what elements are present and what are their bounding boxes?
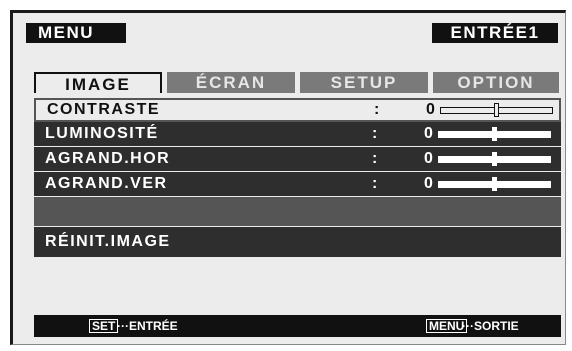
input-source-label: ENTRÉE1 [432, 23, 558, 43]
tab-image[interactable]: IMAGE [34, 72, 162, 94]
set-key-badge: SET [89, 319, 119, 333]
menu-title: MENU [26, 23, 126, 43]
item-label: RÉINIT.IMAGE [45, 233, 171, 250]
menu-item-reinit-image[interactable]: RÉINIT.IMAGE [34, 227, 561, 257]
set-key-hint: ···ENTRÉE [117, 319, 178, 333]
item-label: CONTRASTE [47, 101, 161, 118]
menu-item-contraste[interactable]: CONTRASTE : 0 [34, 98, 561, 122]
item-value: 0 [426, 101, 437, 118]
menu-key-hint: ···SORTIE [462, 319, 519, 333]
item-label: AGRAND.VER [45, 175, 168, 192]
tab-ecran[interactable]: ÉCRAN [167, 72, 295, 93]
slider-knob[interactable] [492, 177, 497, 191]
menu-item-blank [34, 197, 561, 226]
item-label: LUMINOSITÉ [45, 125, 159, 142]
menu-item-agrand-ver[interactable]: AGRAND.VER : 0 [34, 172, 561, 196]
item-value: 0 [424, 175, 435, 192]
item-separator: : [372, 125, 379, 142]
tab-setup[interactable]: SETUP [300, 72, 428, 93]
menu-item-luminosite[interactable]: LUMINOSITÉ : 0 [34, 122, 561, 146]
item-value: 0 [424, 125, 435, 142]
slider-knob[interactable] [494, 103, 499, 117]
item-label: AGRAND.HOR [45, 150, 171, 167]
tab-option[interactable]: OPTION [433, 72, 559, 93]
item-separator: : [374, 101, 381, 118]
help-bar: SET ···ENTRÉE MENU ···SORTIE [34, 315, 561, 337]
contraste-slider[interactable] [440, 103, 553, 117]
agrand-hor-slider[interactable] [438, 152, 551, 166]
item-separator: : [372, 150, 379, 167]
agrand-ver-slider[interactable] [438, 177, 551, 191]
item-value: 0 [424, 150, 435, 167]
item-separator: : [372, 175, 379, 192]
menu-item-agrand-hor[interactable]: AGRAND.HOR : 0 [34, 147, 561, 171]
slider-knob[interactable] [492, 152, 497, 166]
luminosite-slider[interactable] [438, 127, 551, 141]
slider-knob[interactable] [492, 127, 497, 141]
